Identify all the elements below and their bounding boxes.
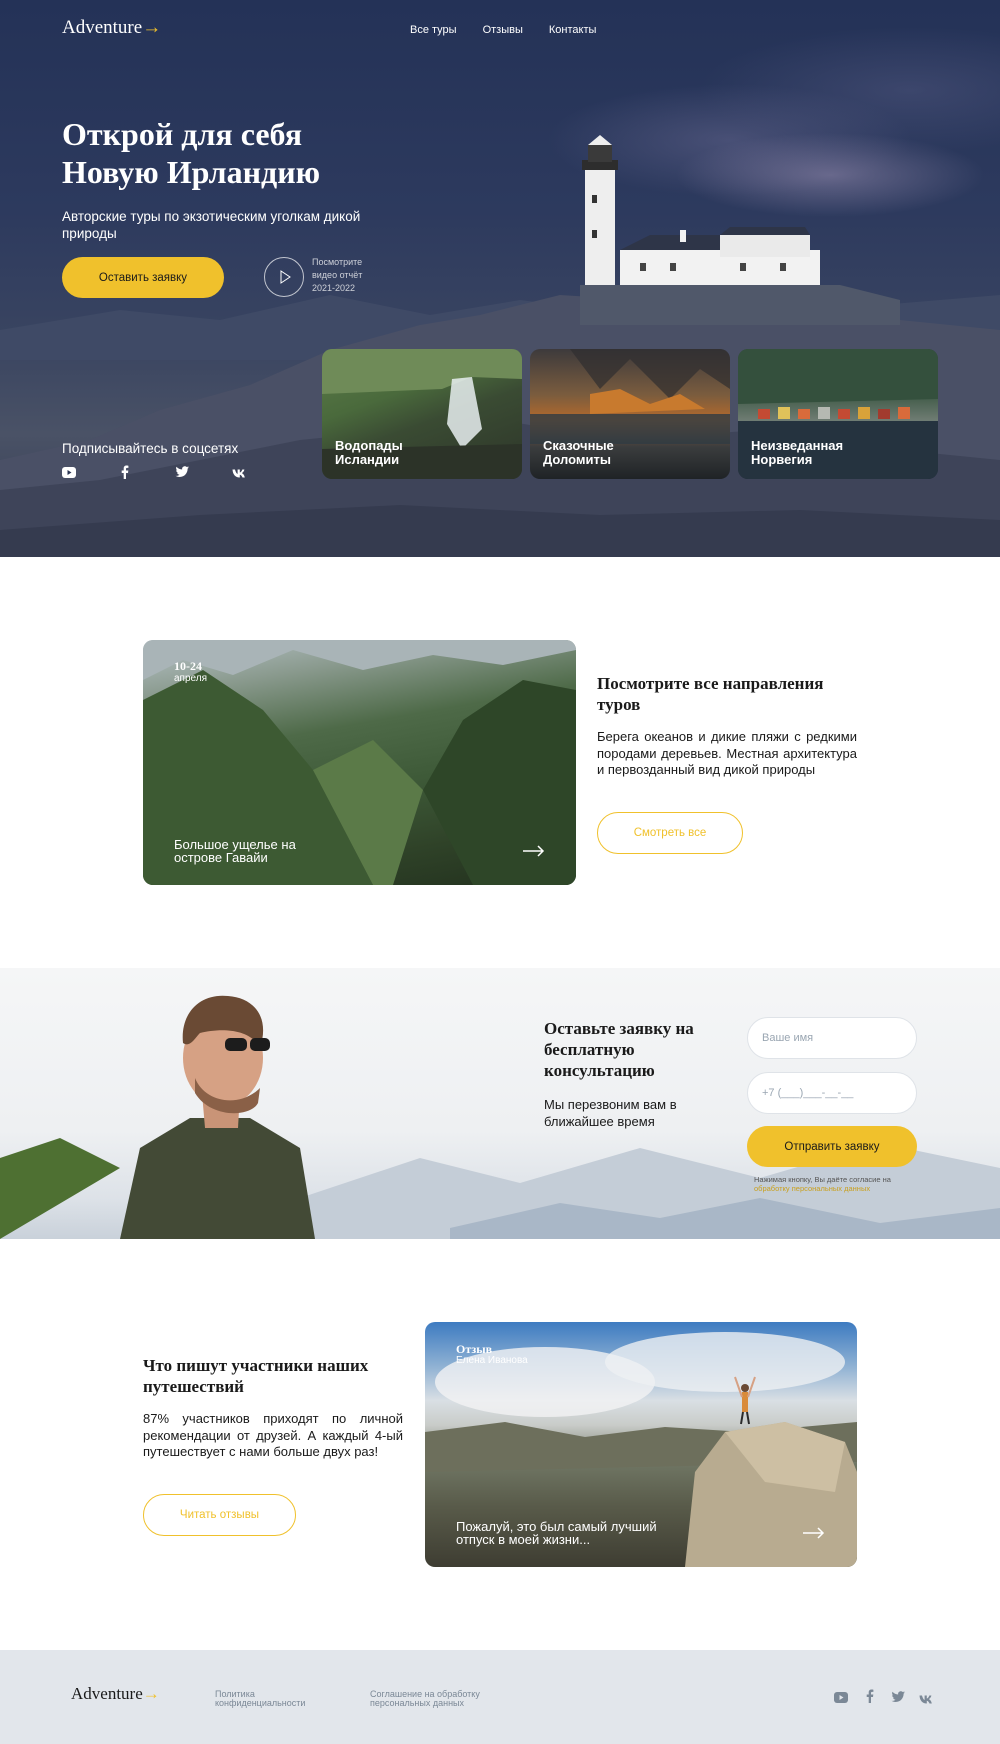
footer-logo-text: Adventure (71, 1684, 143, 1703)
logo[interactable]: Adventure→ (62, 17, 161, 39)
directions-title: Посмотрите все направления туров (597, 674, 824, 714)
tour-card-label: Водопады Исландии (335, 439, 403, 467)
youtube-icon[interactable] (834, 1690, 848, 1708)
reviews-text: 87% участников приходят по личной рекоме… (143, 1411, 403, 1459)
data-agreement-link[interactable]: Соглашение на обработку персональных дан… (370, 1690, 500, 1708)
tour-card-dolomites[interactable]: Сказочные Доломиты (530, 349, 730, 479)
privacy-policy-link[interactable]: Политика конфиденциальности (215, 1690, 325, 1708)
play-icon (280, 270, 291, 284)
phone-input[interactable]: +7 (___)___-__-__ (747, 1072, 917, 1114)
nav-item-tours[interactable]: Все туры (410, 24, 457, 36)
consent-note: Нажимая кнопку, Вы даёте согласие на обр… (754, 1175, 924, 1193)
consent-text: Нажимая кнопку, Вы даёте согласие на (754, 1175, 891, 1184)
review-quote: Пожалуй, это был самый лучший отпуск в м… (456, 1519, 657, 1547)
twitter-icon[interactable] (175, 465, 189, 483)
hero-title-line2: Новую Ирландию (62, 154, 321, 190)
logo-arrow-icon: → (142, 17, 162, 38)
tour-card-line2: Норвегия (751, 452, 813, 467)
tour-card-iceland[interactable]: Водопады Исландии (322, 349, 522, 479)
consult-title: Оставьте заявку на бесплатную консультац… (544, 1019, 694, 1080)
direction-card-hawaii[interactable]: 10-24 апреля Большое ущелье на острове Г… (143, 640, 576, 885)
main-nav: Все туры Отзывы Контакты (410, 24, 596, 36)
play-video-button[interactable] (264, 257, 304, 297)
tour-caption: Большое ущелье на острове Гавайи (174, 837, 296, 865)
lighthouse-illustration (580, 135, 900, 325)
logo-arrow-icon: → (142, 1684, 160, 1703)
consultation-section: Оставьте заявку на бесплатную консультац… (0, 968, 1000, 1239)
hero-section: Adventure→ Все туры Отзывы Контакты Откр… (0, 0, 1000, 557)
arrow-right-icon[interactable] (803, 1522, 825, 1545)
tour-card-norway[interactable]: Неизведанная Норвегия (738, 349, 938, 479)
youtube-icon[interactable] (62, 465, 76, 483)
tour-card-line2: Исландии (335, 452, 400, 467)
name-input[interactable]: Ваше имя (747, 1017, 917, 1059)
hero-cta-button[interactable]: Оставить заявку (62, 257, 224, 298)
vk-icon[interactable] (919, 1691, 934, 1709)
tour-card-label: Неизведанная Норвегия (751, 439, 843, 467)
nav-item-contacts[interactable]: Контакты (549, 24, 597, 36)
consent-link[interactable]: обработку персональных данных (754, 1184, 870, 1193)
facebook-icon[interactable] (866, 1689, 874, 1708)
nav-item-reviews[interactable]: Отзывы (483, 24, 523, 36)
review-author: Елена Иванова (456, 1355, 528, 1366)
footer-logo[interactable]: Adventure→ (71, 1684, 160, 1704)
hero-social-row (62, 465, 252, 479)
tour-date: 10-24 (174, 659, 202, 673)
facebook-icon[interactable] (121, 465, 129, 484)
read-reviews-button[interactable]: Читать отзывы (143, 1494, 296, 1536)
tour-card-label: Сказочные Доломиты (543, 439, 614, 467)
tour-card-line1: Сказочные (543, 438, 614, 453)
logo-text: Adventure (62, 17, 143, 38)
view-all-button[interactable]: Смотреть все (597, 812, 743, 854)
tour-month: апреля (174, 673, 208, 684)
hero-subtitle: Авторские туры по экзотическим уголкам д… (62, 209, 361, 241)
twitter-icon[interactable] (891, 1690, 905, 1708)
person-illustration (120, 995, 315, 1239)
social-title: Подписывайтесь в соцсетях (62, 441, 239, 456)
footer: Adventure→ Политика конфиденциальности С… (0, 1650, 1000, 1744)
tour-card-line1: Неизведанная (751, 438, 844, 453)
review-card[interactable]: Отзыв Елена Иванова Пожалуй, это был сам… (425, 1322, 857, 1567)
tour-card-line2: Доломиты (543, 452, 611, 467)
vk-icon[interactable] (232, 465, 247, 483)
hero-title-line1: Открой для себя (62, 116, 303, 152)
hero-title: Открой для себя Новую Ирландию (62, 115, 392, 191)
tour-card-line1: Водопады (335, 438, 403, 453)
submit-request-button[interactable]: Отправить заявку (747, 1126, 917, 1167)
consult-text: Мы перезвоним вам в ближайшее время (544, 1097, 677, 1129)
reviews-title: Что пишут участники наших путешествий (143, 1356, 369, 1396)
arrow-right-icon[interactable] (523, 840, 545, 863)
video-report-text: Посмотрите видео отчёт 2021-2022 (312, 257, 363, 293)
directions-text: Берега океанов и дикие пляжи с редкими п… (597, 729, 857, 777)
